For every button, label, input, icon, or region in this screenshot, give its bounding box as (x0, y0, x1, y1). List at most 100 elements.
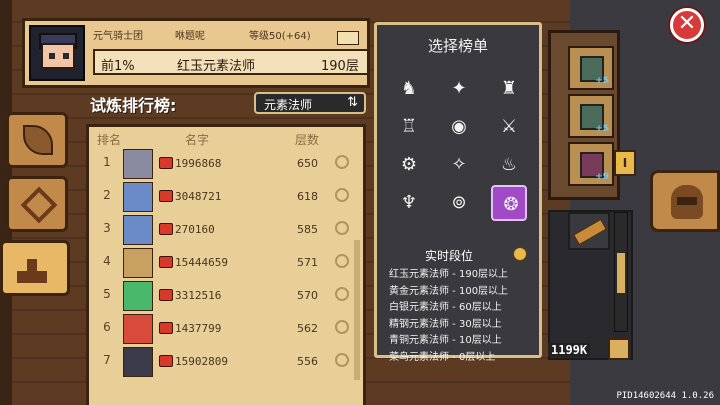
close-button[interactable]: ✕ (670, 8, 704, 42)
pet-icon (159, 355, 173, 367)
rank-cell: 3 (103, 221, 111, 235)
leaderboard-table: 排名 名字 层数 1 1996868 650 2 3048721 618 3 270160 58… (86, 124, 366, 405)
scroll-icon (573, 218, 607, 246)
player-avatar (123, 149, 153, 179)
player-avatar (123, 182, 153, 212)
player-id-cell: 3048721 (175, 190, 222, 203)
rank-cell: 5 (103, 287, 111, 301)
floors-cell: 556 (297, 355, 318, 368)
pet-icon (159, 190, 173, 202)
rank-cell: 6 (103, 320, 111, 334)
class-glyph: ♖ (400, 116, 418, 137)
class-glyph: ❂ (503, 194, 519, 215)
column-header-name: 名字 (185, 133, 210, 147)
inspect-icon[interactable] (335, 221, 349, 235)
floors-cell: 650 (297, 157, 318, 170)
star-class-icon[interactable]: ✧ (441, 147, 477, 183)
leaf-icon (23, 125, 53, 155)
player-rank-card: 元气骑士团 咻题呢 等级50(+64) 前1% 红玉元素法师 190层 (22, 18, 370, 88)
floors-cell: 562 (297, 322, 318, 335)
shuriken-class-icon[interactable]: ✦ (441, 71, 477, 107)
inspect-icon[interactable] (335, 188, 349, 202)
popup-title: 选择榜单 (427, 37, 488, 55)
column-header-floors: 层数 (295, 133, 320, 147)
table-row[interactable]: 2 3048721 618 (93, 182, 355, 212)
guild-flag-icon[interactable] (337, 31, 359, 45)
table-row[interactable]: 1 1996868 650 (93, 149, 355, 179)
castle-class-icon[interactable]: ♖ (391, 109, 427, 145)
class-glyph: ⚙ (400, 154, 418, 175)
player-id-cell: 1996868 (175, 157, 222, 170)
inventory-scrollbar[interactable] (614, 212, 628, 332)
selected-board: 元素法师 (264, 98, 313, 112)
table-row[interactable]: 5 3312516 570 (93, 281, 355, 311)
class-glyph: ✦ (451, 78, 467, 99)
player-id-cell: 1437799 (175, 322, 222, 335)
class-glyph: ♜ (500, 78, 518, 99)
player-rank-bar: 前1% 红玉元素法师 190层 (93, 49, 369, 75)
live-tier-title: 实时段位 (425, 249, 474, 263)
helmet-tab-button[interactable] (650, 170, 720, 232)
pet-icon (159, 256, 173, 268)
inventory-slot[interactable] (568, 212, 610, 250)
table-row[interactable]: 3 270160 585 (93, 215, 355, 245)
table-scrollbar[interactable] (354, 240, 360, 380)
grid-menu-button[interactable] (608, 338, 630, 360)
tower-class-icon[interactable]: ♜ (491, 71, 527, 107)
knight-class-icon[interactable]: ♞ (391, 71, 427, 107)
guild-name: 元气骑士团 (93, 31, 143, 42)
inspect-icon[interactable] (335, 320, 349, 334)
board-select-popup: 选择榜单 ♞ ✦ ♜ ♖ ◉ ⚔ ⚙ ✧ ♨ ♆ ⊚ ❂ 实时段位 红玉元素法师 - 190层以上 黄金… (374, 22, 542, 363)
tab-leaf[interactable] (6, 112, 68, 168)
equipment-slot-1[interactable]: +5 (568, 46, 614, 90)
tab-leaderboard[interactable] (0, 240, 70, 296)
rank-title: 红玉元素法师 (177, 59, 256, 74)
coin-icon[interactable] (513, 247, 527, 261)
inspect-icon[interactable] (335, 155, 349, 169)
swap-icon: ⇅ (347, 95, 358, 110)
inspect-icon[interactable] (335, 287, 349, 301)
rank-cell: 4 (103, 254, 111, 268)
table-row[interactable]: 6 1437799 562 (93, 314, 355, 344)
wings-class-icon[interactable]: ♆ (391, 185, 427, 221)
slot-badge[interactable]: I (614, 150, 636, 176)
player-id-cell: 270160 (175, 223, 215, 236)
floors-cell: 571 (297, 256, 318, 269)
table-row[interactable]: 4 15444659 571 (93, 248, 355, 278)
gear-class-icon[interactable]: ⚙ (391, 147, 427, 183)
percentile: 前1% (101, 59, 135, 74)
tier-line: 青铜元素法师 - 10层以上 (389, 335, 502, 346)
flame-class-icon[interactable]: ♨ (491, 147, 527, 183)
slot-bonus: +5 (595, 124, 609, 134)
class-glyph: ⊚ (451, 192, 467, 213)
table-row[interactable]: 7 15902809 556 (93, 347, 355, 377)
avatar (29, 25, 85, 81)
board-selector[interactable]: 元素法师 ⇅ (254, 92, 366, 114)
floor-count: 190层 (321, 59, 359, 74)
elementalist-class-icon[interactable]: ❂ (491, 185, 527, 221)
inspect-icon[interactable] (335, 353, 349, 367)
leaderboard-title-row: 试炼排行榜: 元素法师 ⇅ (74, 92, 370, 116)
helmet-icon (671, 185, 703, 219)
rank-cell: 1 (103, 155, 111, 169)
swirl-class-icon[interactable]: ◉ (441, 109, 477, 145)
player-level: 等级50(+64) (249, 31, 311, 42)
pet-icon (159, 289, 173, 301)
player-avatar (123, 314, 153, 344)
rank-cell: 7 (103, 353, 111, 367)
floors-cell: 570 (297, 289, 318, 302)
pet-icon (159, 223, 173, 235)
equipment-slot-2[interactable]: +5 (568, 94, 614, 138)
money-counter: 1199K (548, 343, 591, 357)
swords-class-icon[interactable]: ⚔ (491, 109, 527, 145)
slot-bonus: +5 (595, 76, 609, 86)
equipment-slot-3[interactable]: +9 (568, 142, 614, 186)
slot-bonus: +9 (595, 172, 609, 182)
inspect-icon[interactable] (335, 254, 349, 268)
vortex-class-icon[interactable]: ⊚ (441, 185, 477, 221)
pet-icon (159, 157, 173, 169)
tier-line: 黄金元素法师 - 100层以上 (389, 285, 509, 297)
tab-diamond[interactable] (6, 176, 68, 232)
diamond-icon (20, 186, 58, 224)
class-glyph: ◉ (451, 116, 467, 137)
